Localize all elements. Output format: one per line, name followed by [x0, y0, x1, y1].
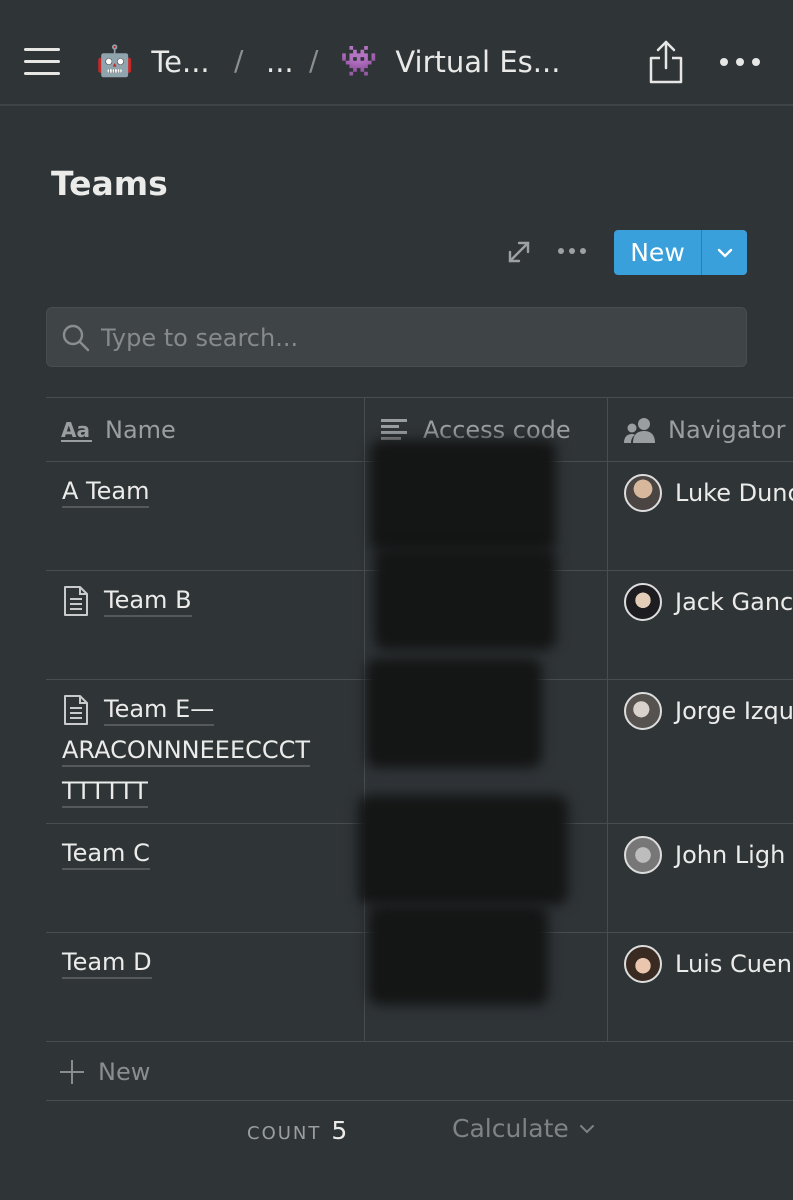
- redacted-access-code: [358, 795, 568, 905]
- chevron-down-icon: [717, 248, 732, 257]
- avatar: [624, 945, 662, 983]
- row-title: Team C: [62, 839, 150, 870]
- navigator-name: John Ligh: [675, 841, 786, 869]
- row-count: COUNT 5: [247, 1116, 347, 1145]
- breadcrumb-label: Te...: [151, 45, 210, 79]
- column-header-label: Navigator: [668, 415, 786, 444]
- row-title-line: TTTTTT: [62, 777, 148, 808]
- row-title-line: Team E—: [104, 695, 215, 726]
- column-divider: [607, 397, 608, 1041]
- count-value: 5: [331, 1116, 348, 1145]
- row-title-line: ARACONNNEEECCCT: [62, 736, 311, 767]
- navigator-name: Jack Ganc: [675, 588, 793, 616]
- redacted-access-code: [368, 905, 548, 1005]
- avatar: [624, 836, 662, 874]
- text-lines-icon: [381, 418, 411, 442]
- plus-icon: [60, 1060, 84, 1084]
- add-row-button[interactable]: New: [60, 1053, 150, 1091]
- top-bar: 🤖 Te... / ... / 👾 Virtual Es...: [0, 0, 793, 106]
- navigator-person[interactable]: Luke Dunc: [624, 473, 793, 513]
- chevron-down-icon: [579, 1124, 594, 1133]
- table-border: [46, 1100, 793, 1101]
- navigator-name: Luke Dunc: [675, 479, 793, 507]
- breadcrumb-separator: /: [234, 44, 244, 77]
- table-row-name-cell[interactable]: Team D: [62, 942, 152, 983]
- alien-monster-icon: 👾: [340, 44, 378, 79]
- redacted-access-code: [374, 548, 556, 650]
- table-row-name-cell[interactable]: Team B: [62, 580, 192, 621]
- navigator-name: Luis Cuen: [675, 950, 792, 978]
- breadcrumb-item-collapsed[interactable]: ...: [266, 42, 294, 82]
- share-icon[interactable]: [646, 38, 686, 86]
- new-options-dropdown[interactable]: [702, 230, 747, 275]
- avatar: [624, 474, 662, 512]
- text-aa-icon: Aa: [61, 417, 93, 443]
- expand-icon[interactable]: [506, 239, 532, 265]
- navigator-person[interactable]: Luis Cuen: [624, 944, 792, 984]
- breadcrumb-item-workspace[interactable]: 🤖 Te...: [96, 42, 210, 82]
- search-icon: [62, 324, 90, 352]
- table-row-name-cell[interactable]: A Team: [62, 471, 150, 512]
- robot-icon: 🤖: [96, 44, 134, 79]
- table-row-name-cell[interactable]: Team C: [62, 833, 150, 874]
- page-icon: [64, 695, 88, 725]
- table-border: [46, 1041, 793, 1042]
- breadcrumb-label: Virtual Es...: [395, 45, 561, 79]
- search-input[interactable]: [101, 318, 721, 358]
- column-divider: [364, 397, 365, 1041]
- new-button-group: New: [614, 230, 747, 275]
- add-row-label: New: [98, 1058, 151, 1086]
- view-options-icon[interactable]: [558, 248, 588, 256]
- column-header-navigator[interactable]: Navigator: [624, 398, 785, 461]
- breadcrumb-item-current[interactable]: 👾 Virtual Es...: [340, 42, 560, 82]
- breadcrumb-label: ...: [266, 45, 294, 79]
- avatar: [624, 583, 662, 621]
- row-title: A Team: [62, 477, 150, 508]
- row-title: Team D: [62, 948, 152, 979]
- menu-icon[interactable]: [24, 46, 60, 76]
- navigator-person[interactable]: Jack Ganc: [624, 582, 793, 622]
- page-icon: [64, 586, 88, 616]
- navigator-name: Jorge Izqu: [675, 697, 793, 725]
- redacted-access-code: [370, 440, 556, 552]
- search-box: [46, 307, 747, 367]
- avatar: [624, 692, 662, 730]
- row-title: Team B: [104, 586, 192, 617]
- svg-text:Aa: Aa: [61, 418, 90, 442]
- navigator-person[interactable]: Jorge Izqu: [624, 691, 793, 731]
- new-button[interactable]: New: [614, 230, 701, 275]
- column-header-name[interactable]: Aa Name: [61, 398, 176, 461]
- more-options-icon[interactable]: [718, 56, 762, 68]
- count-label: COUNT: [247, 1123, 322, 1144]
- column-header-label: Name: [105, 415, 176, 444]
- calculate-dropdown[interactable]: Calculate: [452, 1114, 597, 1143]
- table-row-name-cell[interactable]: Team E— ARACONNNEEECCCT TTTTTT: [62, 689, 352, 812]
- redacted-access-code: [366, 658, 542, 768]
- navigator-person[interactable]: John Ligh: [624, 835, 785, 875]
- calculate-label: Calculate: [452, 1114, 569, 1143]
- breadcrumb-separator: /: [309, 44, 319, 77]
- person-icon: [624, 416, 656, 444]
- page-title: Teams: [51, 164, 168, 203]
